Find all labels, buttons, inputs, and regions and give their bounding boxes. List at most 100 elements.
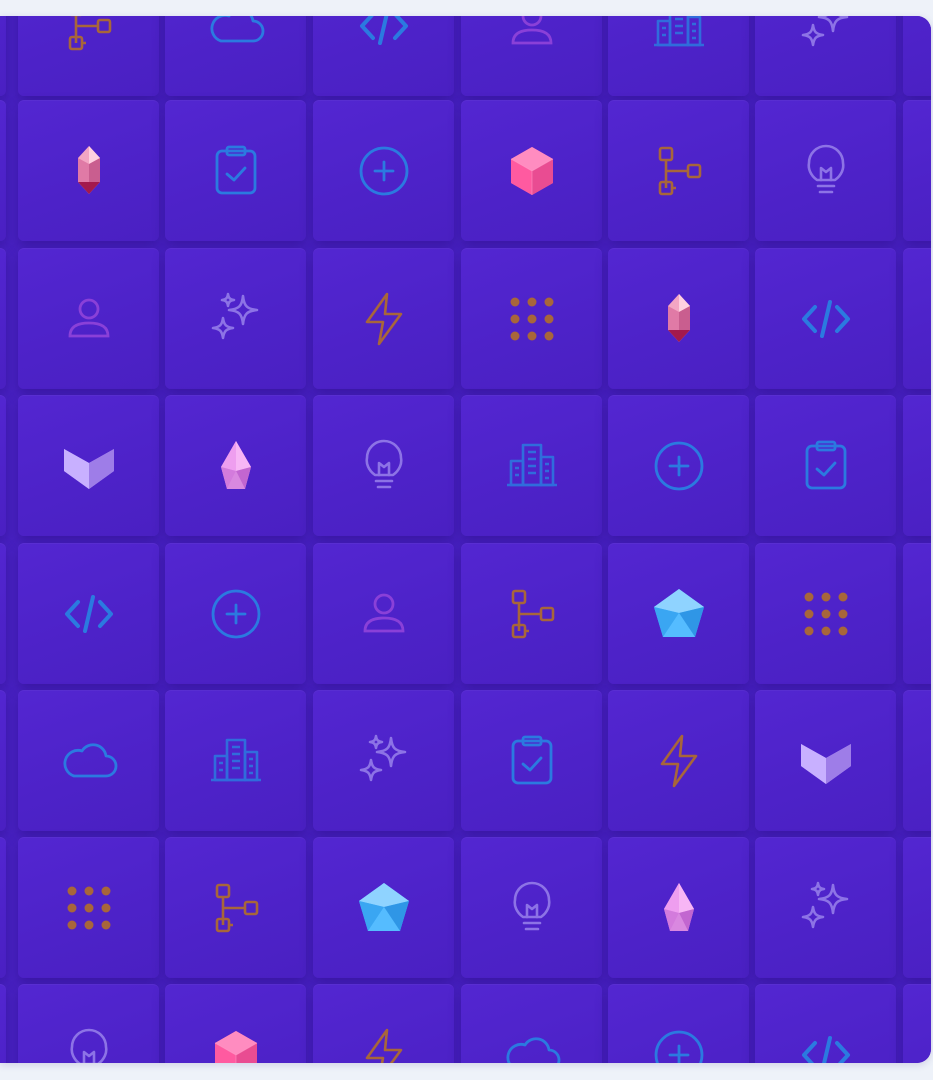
user-icon <box>355 585 413 643</box>
grid-tile <box>461 837 602 978</box>
grid-tile <box>18 248 159 389</box>
grid-tile <box>755 248 896 389</box>
grid-tile-edge <box>0 543 6 684</box>
grid-tile <box>18 837 159 978</box>
grid-tile <box>313 543 454 684</box>
grid-tile <box>165 248 306 389</box>
pentagon-gem-icon <box>650 585 708 643</box>
grid-tile <box>755 16 896 96</box>
crystal-icon <box>60 142 118 200</box>
cloud-icon <box>60 732 118 790</box>
grid-tile <box>755 543 896 684</box>
grid-tile <box>608 395 749 536</box>
gem-icon <box>650 879 708 937</box>
building-icon <box>503 437 561 495</box>
lightning-icon <box>355 290 413 348</box>
grid-tile <box>608 984 749 1063</box>
icon-grid <box>0 16 931 1063</box>
lightbulb-icon <box>797 142 855 200</box>
user-icon <box>60 290 118 348</box>
sparkles-icon <box>797 16 855 55</box>
grid-tile-edge <box>903 984 931 1063</box>
grid-tile-edge <box>0 837 6 978</box>
gem-icon <box>207 437 265 495</box>
grid-tile <box>18 543 159 684</box>
grid-tile <box>18 690 159 831</box>
grid-tile <box>461 16 602 96</box>
grid-tile-edge <box>903 16 931 96</box>
flow-icon <box>60 16 118 55</box>
flow-icon <box>650 142 708 200</box>
grid-tile <box>608 543 749 684</box>
grid-tile <box>18 984 159 1063</box>
sparkles-icon <box>207 290 265 348</box>
cloud-icon <box>503 1026 561 1063</box>
grid-tile <box>165 543 306 684</box>
grid-tile-edge <box>0 16 6 96</box>
grid-tile <box>461 690 602 831</box>
grid-tile-edge <box>903 690 931 831</box>
dots-grid-icon <box>60 879 118 937</box>
grid-tile <box>461 100 602 241</box>
grid-tile <box>18 100 159 241</box>
grid-tile <box>313 100 454 241</box>
pentagon-gem-icon <box>355 879 413 937</box>
lightning-icon <box>650 732 708 790</box>
plus-circle-icon <box>650 1026 708 1063</box>
grid-tile-edge <box>903 395 931 536</box>
clipboard-check-icon <box>797 437 855 495</box>
grid-tile-edge <box>0 248 6 389</box>
grid-tile <box>165 984 306 1063</box>
grid-tile <box>461 395 602 536</box>
grid-tile <box>608 100 749 241</box>
grid-tile <box>313 837 454 978</box>
grid-tile <box>165 690 306 831</box>
dots-grid-icon <box>797 585 855 643</box>
user-icon <box>503 16 561 55</box>
cloud-icon <box>207 16 265 55</box>
sparkles-icon <box>355 732 413 790</box>
crystal-icon <box>650 290 708 348</box>
code-icon <box>797 1026 855 1063</box>
grid-tile <box>165 100 306 241</box>
plus-circle-icon <box>207 585 265 643</box>
building-icon <box>650 16 708 55</box>
grid-tile <box>165 837 306 978</box>
code-icon <box>355 16 413 55</box>
grid-tile <box>461 543 602 684</box>
grid-tile <box>608 690 749 831</box>
dots-grid-icon <box>503 290 561 348</box>
flow-icon <box>503 585 561 643</box>
grid-tile-edge <box>0 984 6 1063</box>
grid-tile <box>313 16 454 96</box>
grid-tile <box>165 16 306 96</box>
grid-tile <box>313 984 454 1063</box>
grid-tile-edge <box>0 100 6 241</box>
grid-tile-edge <box>903 100 931 241</box>
grid-tile <box>18 395 159 536</box>
code-icon <box>60 585 118 643</box>
grid-tile-edge <box>0 690 6 831</box>
grid-tile <box>18 16 159 96</box>
grid-tile <box>755 690 896 831</box>
grid-tile <box>755 984 896 1063</box>
lightbulb-icon <box>503 879 561 937</box>
grid-tile <box>313 395 454 536</box>
flow-icon <box>207 879 265 937</box>
grid-tile <box>313 690 454 831</box>
grid-tile <box>608 837 749 978</box>
pink-hexagon-icon <box>503 142 561 200</box>
grid-tile <box>165 395 306 536</box>
grid-tile <box>755 837 896 978</box>
sparkles-icon <box>797 879 855 937</box>
grid-tile-edge <box>903 543 931 684</box>
grid-tile-edge <box>0 395 6 536</box>
grid-tile <box>313 248 454 389</box>
clipboard-check-icon <box>207 142 265 200</box>
chevron-icon <box>797 732 855 790</box>
lightbulb-icon <box>60 1026 118 1063</box>
grid-tile <box>461 248 602 389</box>
icon-grid-panel <box>0 16 931 1063</box>
clipboard-check-icon <box>503 732 561 790</box>
pink-hexagon-icon <box>207 1026 265 1063</box>
